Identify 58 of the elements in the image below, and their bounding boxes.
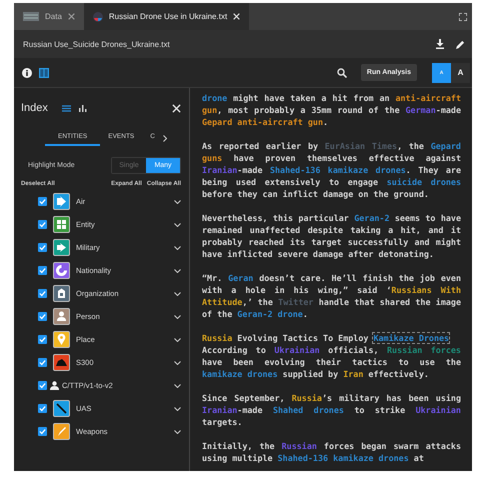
check-icon — [39, 359, 46, 366]
check-icon — [39, 382, 46, 389]
checkbox[interactable] — [38, 197, 47, 206]
section-heading: Russia Evolving Tactics To Employ Kamikaze Drones — [202, 332, 450, 344]
checkbox[interactable] — [38, 427, 47, 436]
checkbox[interactable] — [38, 266, 47, 275]
paragraph: “Mr. Geran doesn’t care. He’ll finish the job even with a hole in his wing,” said ‘Russians With Attitude,’ the Twitter handle that shared the image of the Geran-2 drone. — [202, 272, 461, 320]
panel-icon[interactable] — [39, 68, 49, 78]
info-icon[interactable] — [22, 68, 32, 78]
list-icon[interactable] — [62, 104, 71, 112]
checkbox[interactable] — [38, 220, 47, 229]
tab[interactable]: Data — [14, 3, 84, 30]
paragraph: Initially, the Russian forces began swarm attacks using multiple Shahed-136 kamikaze drones at — [202, 440, 461, 464]
paragraph: drone might have taken a hit from an anti-aircraft gun, most probably a 35mm round of the German-made Gepard anti-aircraft gun. — [202, 92, 461, 128]
chevron-down-icon[interactable] — [174, 338, 181, 342]
font-size-button[interactable]: A — [451, 62, 470, 82]
chevron-down-icon[interactable] — [174, 430, 181, 434]
checkbox[interactable] — [38, 358, 47, 367]
checkbox[interactable] — [38, 243, 47, 252]
chevron-down-icon[interactable] — [174, 384, 181, 388]
checkbox[interactable] — [38, 312, 47, 321]
chevron-down-icon[interactable] — [174, 268, 181, 272]
checkbox[interactable] — [38, 289, 47, 298]
chevron-down-icon[interactable] — [174, 406, 181, 410]
checkbox[interactable] — [38, 381, 47, 390]
chevron-down-icon[interactable] — [174, 200, 181, 204]
panel-title: Index — [21, 102, 48, 114]
file-name: Russian Use_Suicide Drones_Ukraine.txt — [23, 40, 171, 48]
paragraph: Nevertheless, this particular Geran-2 seems to have remained unaffected despite taking a hit, and it probably reached its target successfully and might have inflicted severe damage after detonating. — [202, 212, 461, 260]
download-icon[interactable] — [436, 39, 444, 49]
table-icon — [23, 12, 39, 21]
check-icon — [39, 290, 46, 297]
bar-chart-icon[interactable] — [78, 104, 87, 112]
checkbox[interactable] — [38, 404, 47, 413]
chevron-down-icon[interactable] — [174, 246, 181, 250]
tab[interactable]: Russian Drone Use in Ukraine.txt — [84, 3, 250, 30]
checkbox[interactable] — [38, 335, 47, 344]
chevron-down-icon[interactable] — [174, 360, 181, 364]
check-icon — [39, 244, 46, 251]
check-icon — [39, 313, 46, 320]
check-icon — [39, 428, 46, 435]
chevron-down-icon[interactable] — [174, 222, 181, 226]
check-icon — [39, 267, 46, 274]
check-icon — [39, 221, 46, 228]
check-icon — [39, 336, 46, 343]
check-icon — [39, 405, 46, 412]
edit-icon[interactable] — [456, 40, 465, 48]
chevron-down-icon[interactable] — [174, 292, 181, 296]
check-icon — [39, 198, 46, 205]
chevron-right-icon[interactable] — [162, 135, 167, 142]
paragraph: Since September, Russia’s military has been using Iranian-made Shahed drones to strike Ukrainian targets. — [202, 392, 461, 428]
search-icon[interactable] — [336, 68, 347, 78]
chevron-down-icon[interactable] — [174, 314, 181, 318]
fullscreen-icon[interactable] — [459, 12, 467, 20]
paragraph: According to Ukrainian officials, Russian forces have been evolving their tactics to use the kamikaze drones supplied by Iran effectively. — [202, 344, 461, 380]
circle-icon — [92, 12, 103, 22]
person-icon — [50, 381, 59, 390]
paragraph: As reported earlier by EurAsian Times, the Gepard guns have proven themselves effective against Iranian-made Shahed-136 kamikaze drones. They are being used extensively to engage suicide drones before they can inflict damage on the ground. — [202, 140, 461, 200]
